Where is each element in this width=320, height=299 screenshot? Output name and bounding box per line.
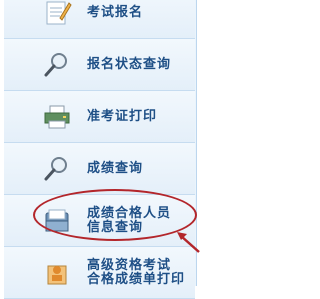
menu-item-label: 准考证打印	[87, 108, 158, 124]
menu-item-admission-ticket-print[interactable]: 准考证打印	[4, 91, 195, 143]
magnifier-icon	[44, 156, 67, 180]
menu-item-label: 高级资格考试 合格成绩单打印	[87, 257, 186, 287]
menu-item-score-query[interactable]: 成绩查询	[4, 143, 195, 195]
menu-item-label: 成绩查询	[87, 160, 144, 176]
magnifier-icon	[44, 52, 67, 76]
menu-item-exam-registration[interactable]: 考试报名	[4, 0, 195, 39]
menu-item-qualified-personnel-query[interactable]: 成绩合格人员 信息查询	[4, 195, 195, 247]
menu-item-label: 考试报名	[87, 4, 144, 20]
pencil-paper-icon	[46, 1, 72, 24]
menu-item-label: 报名状态查询	[87, 56, 172, 72]
person-badge-icon	[47, 265, 67, 284]
pointer-arrow-icon	[177, 232, 200, 253]
menu-item-label: 成绩合格人员 信息查询	[87, 205, 172, 235]
menu-item-registration-status-query[interactable]: 报名状态查询	[4, 39, 195, 91]
menu-item-senior-qualification-transcript-print[interactable]: 高级资格考试 合格成绩单打印	[4, 247, 195, 299]
inbox-tray-icon	[45, 209, 69, 231]
printer-icon	[44, 105, 70, 128]
sidebar-menu: 考试报名 报名状态查询 准考证打印 成绩查询 成绩合格人员 信息查询 高级资格考…	[0, 0, 201, 299]
